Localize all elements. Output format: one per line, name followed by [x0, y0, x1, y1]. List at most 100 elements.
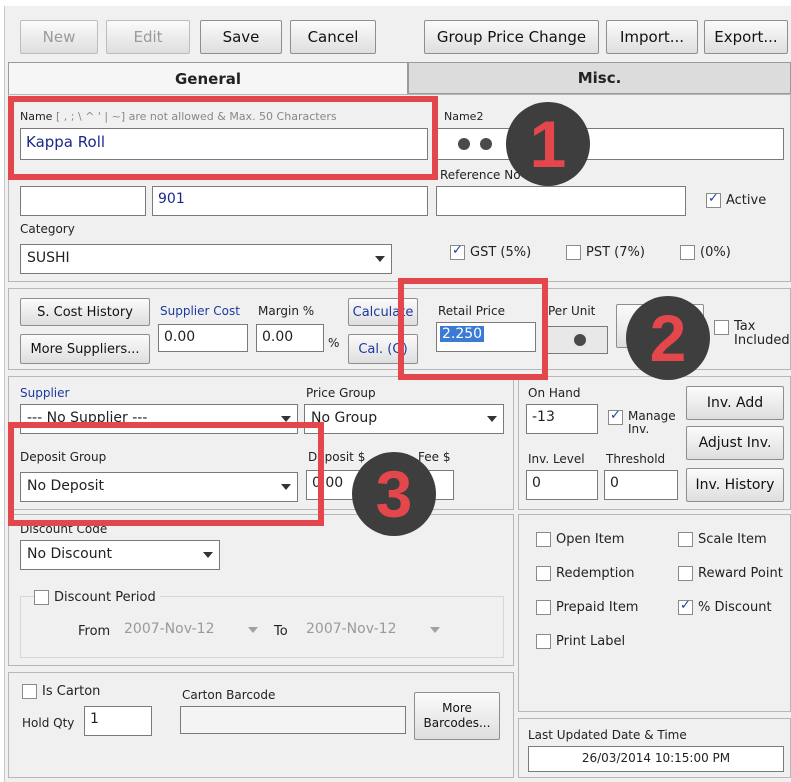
to-label: To: [274, 624, 288, 639]
per-unit-label: Per Unit: [548, 304, 596, 318]
pst-label: PST (7%): [586, 245, 645, 260]
open-item-label: Open Item: [556, 532, 625, 547]
redaction-dot: [458, 138, 470, 150]
more-barcodes-button[interactable]: More Barcodes...: [414, 692, 500, 740]
supplier-cost-input[interactable]: 0.00: [158, 324, 248, 352]
print-label-label: Print Label: [556, 634, 626, 649]
scale-item-label: Scale Item: [698, 532, 767, 547]
export-button[interactable]: Export...: [704, 20, 788, 54]
inv-level-input[interactable]: 0: [526, 470, 598, 500]
cost-history-button[interactable]: S. Cost History: [20, 298, 150, 326]
more-suppliers-button[interactable]: More Suppliers...: [20, 334, 150, 364]
margin-input[interactable]: 0.00: [256, 324, 324, 352]
to-date-value: 2007-Nov-12: [306, 621, 397, 637]
callout-box-3: [8, 422, 324, 526]
prepaid-item-checkbox[interactable]: Prepaid Item: [536, 600, 638, 615]
chevron-down-icon: [430, 627, 440, 633]
pst-checkbox[interactable]: PST (7%): [566, 245, 645, 260]
category-label: Category: [20, 222, 75, 236]
carton-barcode-label: Carton Barcode: [182, 688, 276, 702]
tab-general[interactable]: General: [8, 62, 408, 94]
item-code-input[interactable]: [20, 186, 146, 216]
pct-discount-label: % Discount: [698, 600, 772, 615]
secondary-code-input[interactable]: 901: [152, 186, 428, 216]
import-button[interactable]: Import...: [606, 20, 698, 54]
reference-no-label: Reference No: [440, 168, 521, 182]
discount-period-label: Discount Period: [54, 590, 156, 605]
checkbox-box: [450, 243, 465, 260]
supplier-cost-label: Supplier Cost: [160, 304, 240, 318]
new-button[interactable]: New: [20, 20, 98, 54]
checkbox-box: [22, 684, 37, 699]
print-label-checkbox[interactable]: Print Label: [536, 634, 625, 649]
cancel-button[interactable]: Cancel: [290, 20, 376, 54]
zero-tax-checkbox[interactable]: (0%): [680, 245, 731, 260]
active-checkbox[interactable]: Active: [706, 191, 767, 208]
margin-label: Margin %: [258, 304, 315, 318]
reward-point-label: Reward Point: [698, 566, 783, 581]
checkbox-box: [678, 598, 693, 615]
checkbox-box: [536, 532, 551, 547]
reward-point-checkbox[interactable]: Reward Point: [678, 566, 783, 581]
callout-box-1: [8, 96, 438, 180]
group-price-change-button[interactable]: Group Price Change: [424, 20, 599, 54]
discount-code-value: No Discount: [27, 546, 112, 562]
redemption-label: Redemption: [556, 566, 635, 581]
checkbox-box: [34, 590, 49, 605]
supplier-label: Supplier: [20, 386, 70, 400]
edit-button[interactable]: Edit: [106, 20, 190, 54]
scale-item-checkbox[interactable]: Scale Item: [678, 532, 767, 547]
checkbox-box: [536, 566, 551, 581]
checkbox-box: [678, 566, 693, 581]
chevron-down-icon: [487, 416, 497, 422]
tax-included-label: Tax Included: [734, 319, 790, 348]
active-label: Active: [726, 193, 767, 208]
inv-history-button[interactable]: Inv. History: [686, 468, 784, 502]
reference-no-input[interactable]: [436, 186, 686, 216]
name2-label: Name2: [444, 110, 484, 123]
gst-checkbox[interactable]: GST (5%): [450, 243, 531, 260]
redaction-dot: [480, 138, 492, 150]
checkbox-box: [608, 408, 623, 425]
category-value: SUSHI: [27, 250, 70, 266]
prepaid-item-label: Prepaid Item: [556, 600, 639, 615]
inv-level-label: Inv. Level: [528, 452, 585, 466]
checkbox-box: [566, 245, 581, 260]
save-button[interactable]: Save: [200, 20, 282, 54]
callout-badge-1: 1: [506, 102, 590, 186]
checkbox-box: [536, 600, 551, 615]
zero-tax-label: (0%): [700, 245, 731, 260]
manage-inv-checkbox[interactable]: Manage Inv.: [608, 408, 676, 436]
callout-box-2: [398, 278, 548, 380]
carton-barcode-input[interactable]: [180, 706, 406, 734]
is-carton-checkbox[interactable]: Is Carton: [22, 684, 100, 699]
adjust-inv-button[interactable]: Adjust Inv.: [686, 426, 784, 460]
from-label: From: [78, 624, 111, 639]
inv-add-button[interactable]: Inv. Add: [686, 386, 784, 420]
discount-code-select[interactable]: No Discount: [20, 540, 220, 570]
callout-badge-3: 3: [352, 452, 436, 536]
margin-unit: %: [328, 336, 340, 350]
chevron-down-icon: [248, 627, 258, 633]
hold-qty-input[interactable]: 1: [84, 706, 152, 736]
open-item-checkbox[interactable]: Open Item: [536, 532, 624, 547]
price-group-select[interactable]: No Group: [304, 404, 504, 434]
hold-qty-label: Hold Qty: [22, 716, 75, 730]
discount-period-checkbox[interactable]: Discount Period: [34, 590, 160, 605]
fee-label: Fee $: [418, 450, 451, 464]
on-hand-label: On Hand: [528, 386, 581, 400]
pct-discount-checkbox[interactable]: % Discount: [678, 598, 772, 615]
last-updated-label: Last Updated Date & Time: [528, 728, 687, 742]
tax-included-checkbox[interactable]: Tax Included: [714, 319, 790, 348]
on-hand-input[interactable]: -13: [526, 404, 598, 434]
from-date-select[interactable]: 2007-Nov-12: [118, 616, 264, 646]
threshold-input[interactable]: 0: [604, 470, 678, 500]
category-select[interactable]: SUSHI: [20, 244, 392, 274]
to-date-select[interactable]: 2007-Nov-12: [300, 616, 446, 646]
checkbox-box: [680, 245, 695, 260]
redemption-checkbox[interactable]: Redemption: [536, 566, 635, 581]
tab-misc[interactable]: Misc.: [408, 62, 791, 94]
is-carton-label: Is Carton: [42, 684, 101, 699]
redaction-dot: [574, 334, 586, 346]
checkbox-box: [678, 532, 693, 547]
